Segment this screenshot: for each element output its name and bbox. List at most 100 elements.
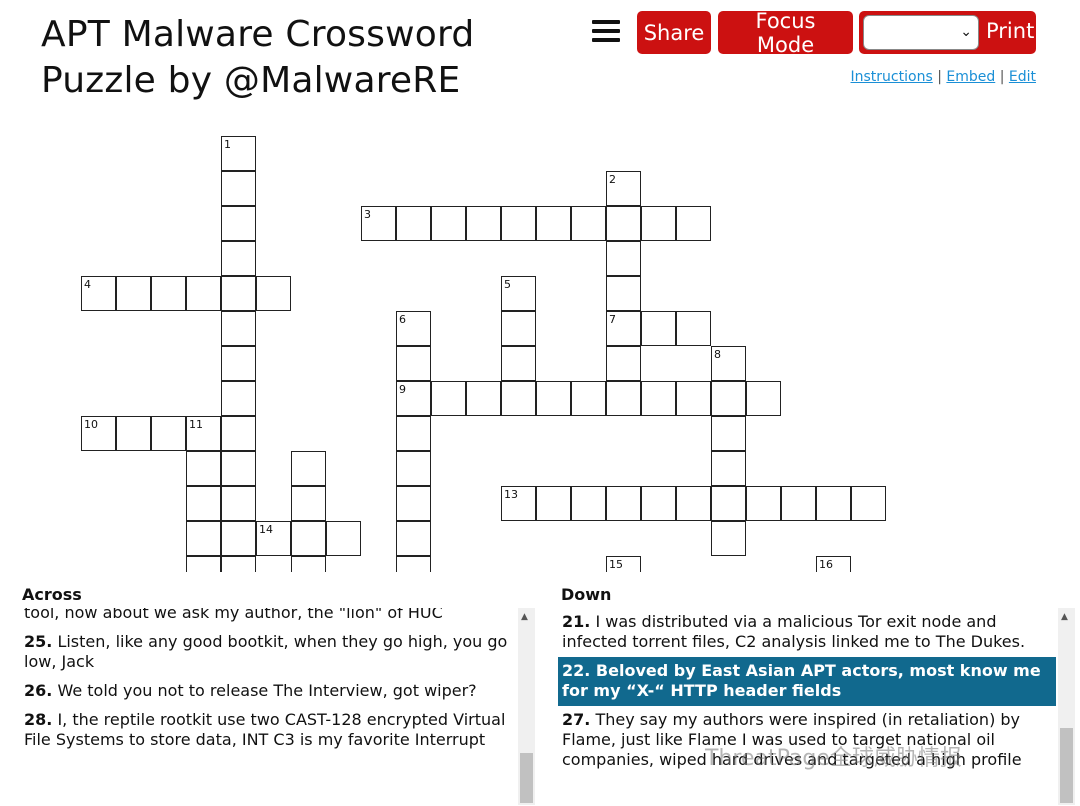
grid-cell[interactable] xyxy=(186,486,221,521)
grid-cell[interactable] xyxy=(711,416,746,451)
clue-item[interactable]: 26. We told you not to release The Inter… xyxy=(20,677,517,706)
grid-cell[interactable] xyxy=(711,486,746,521)
grid-cell[interactable] xyxy=(396,486,431,521)
grid-cell[interactable] xyxy=(291,521,326,556)
grid-cell[interactable]: 13 xyxy=(501,486,536,521)
clue-partial[interactable]: tool, now about we ask my author, the "l… xyxy=(20,608,517,628)
grid-cell[interactable] xyxy=(641,486,676,521)
across-clue-list[interactable]: tool, now about we ask my author, the "l… xyxy=(20,608,517,805)
grid-cell[interactable] xyxy=(501,311,536,346)
grid-cell[interactable] xyxy=(571,486,606,521)
grid-cell[interactable]: 1 xyxy=(221,136,256,171)
grid-cell[interactable] xyxy=(641,311,676,346)
grid-cell[interactable]: 15 xyxy=(606,556,641,572)
grid-cell[interactable] xyxy=(851,486,886,521)
grid-cell[interactable] xyxy=(431,381,466,416)
grid-cell[interactable] xyxy=(291,556,326,572)
grid-cell[interactable] xyxy=(781,486,816,521)
grid-cell[interactable]: 9 xyxy=(396,381,431,416)
grid-cell[interactable] xyxy=(641,206,676,241)
grid-cell[interactable] xyxy=(221,276,256,311)
grid-cell[interactable] xyxy=(221,486,256,521)
grid-cell[interactable] xyxy=(221,206,256,241)
grid-cell[interactable] xyxy=(676,381,711,416)
grid-cell[interactable] xyxy=(221,311,256,346)
grid-cell[interactable] xyxy=(186,556,221,572)
grid-cell[interactable] xyxy=(536,381,571,416)
grid-cell[interactable] xyxy=(571,206,606,241)
grid-cell[interactable] xyxy=(186,521,221,556)
clue-item[interactable]: 25. Listen, like any good bootkit, when … xyxy=(20,628,517,677)
clue-item[interactable]: 28. I, the reptile rootkit use two CAST-… xyxy=(20,706,517,755)
grid-cell[interactable] xyxy=(396,521,431,556)
grid-cell[interactable] xyxy=(676,486,711,521)
grid-cell[interactable] xyxy=(221,346,256,381)
grid-cell[interactable]: 11 xyxy=(186,416,221,451)
grid-cell[interactable] xyxy=(466,381,501,416)
grid-cell[interactable]: 10 xyxy=(81,416,116,451)
grid-cell[interactable] xyxy=(501,381,536,416)
across-scrollbar[interactable]: ▲ xyxy=(518,608,535,805)
grid-cell[interactable] xyxy=(606,381,641,416)
grid-cell[interactable] xyxy=(711,381,746,416)
grid-cell[interactable] xyxy=(221,171,256,206)
grid-cell[interactable]: 8 xyxy=(711,346,746,381)
grid-cell[interactable] xyxy=(396,206,431,241)
grid-cell[interactable] xyxy=(326,521,361,556)
grid-cell[interactable] xyxy=(221,241,256,276)
grid-cell[interactable] xyxy=(396,451,431,486)
grid-cell[interactable] xyxy=(396,416,431,451)
grid-cell[interactable] xyxy=(676,311,711,346)
grid-cell[interactable] xyxy=(221,416,256,451)
grid-cell[interactable] xyxy=(606,206,641,241)
scroll-up-icon[interactable]: ▲ xyxy=(521,612,528,622)
grid-cell[interactable]: 3 xyxy=(361,206,396,241)
clue-item[interactable]: 21. I was distributed via a malicious To… xyxy=(558,608,1056,657)
grid-cell[interactable] xyxy=(186,276,221,311)
grid-cell[interactable] xyxy=(431,206,466,241)
clue-item-active[interactable]: 22. Beloved by East Asian APT actors, mo… xyxy=(558,657,1056,706)
grid-cell[interactable] xyxy=(466,206,501,241)
grid-cell[interactable] xyxy=(606,346,641,381)
scroll-up-icon[interactable]: ▲ xyxy=(1061,612,1068,622)
grid-cell[interactable] xyxy=(151,416,186,451)
grid-cell[interactable]: 16 xyxy=(816,556,851,572)
grid-cell[interactable] xyxy=(746,381,781,416)
grid-cell[interactable] xyxy=(746,486,781,521)
grid-cell[interactable] xyxy=(291,451,326,486)
grid-cell[interactable] xyxy=(571,381,606,416)
scroll-thumb[interactable] xyxy=(520,753,533,803)
grid-cell[interactable] xyxy=(151,276,186,311)
grid-cell[interactable]: 2 xyxy=(606,171,641,206)
grid-cell[interactable]: 7 xyxy=(606,311,641,346)
grid-cell[interactable] xyxy=(221,381,256,416)
grid-cell[interactable] xyxy=(606,241,641,276)
grid-cell[interactable] xyxy=(711,451,746,486)
grid-cell[interactable] xyxy=(186,451,221,486)
grid-cell[interactable] xyxy=(711,521,746,556)
grid-cell[interactable] xyxy=(221,521,256,556)
grid-cell[interactable] xyxy=(116,416,151,451)
grid-cell[interactable] xyxy=(676,206,711,241)
grid-cell[interactable] xyxy=(536,486,571,521)
grid-cell[interactable]: 14 xyxy=(256,521,291,556)
grid-cell[interactable]: 4 xyxy=(81,276,116,311)
grid-cell[interactable]: 6 xyxy=(396,311,431,346)
grid-cell[interactable] xyxy=(396,556,431,572)
down-clue-list[interactable]: 21. I was distributed via a malicious To… xyxy=(558,608,1056,805)
grid-cell[interactable] xyxy=(116,276,151,311)
grid-cell[interactable] xyxy=(221,451,256,486)
down-scrollbar[interactable]: ▲ xyxy=(1058,608,1075,805)
grid-cell[interactable]: 5 xyxy=(501,276,536,311)
grid-cell[interactable] xyxy=(641,381,676,416)
grid-cell[interactable] xyxy=(291,486,326,521)
scroll-thumb[interactable] xyxy=(1060,728,1073,803)
grid-cell[interactable] xyxy=(816,486,851,521)
grid-cell[interactable] xyxy=(606,486,641,521)
grid-cell[interactable] xyxy=(501,206,536,241)
grid-cell[interactable] xyxy=(396,346,431,381)
grid-cell[interactable] xyxy=(256,276,291,311)
grid-cell[interactable] xyxy=(221,556,256,572)
grid-cell[interactable] xyxy=(606,276,641,311)
grid-cell[interactable] xyxy=(501,346,536,381)
